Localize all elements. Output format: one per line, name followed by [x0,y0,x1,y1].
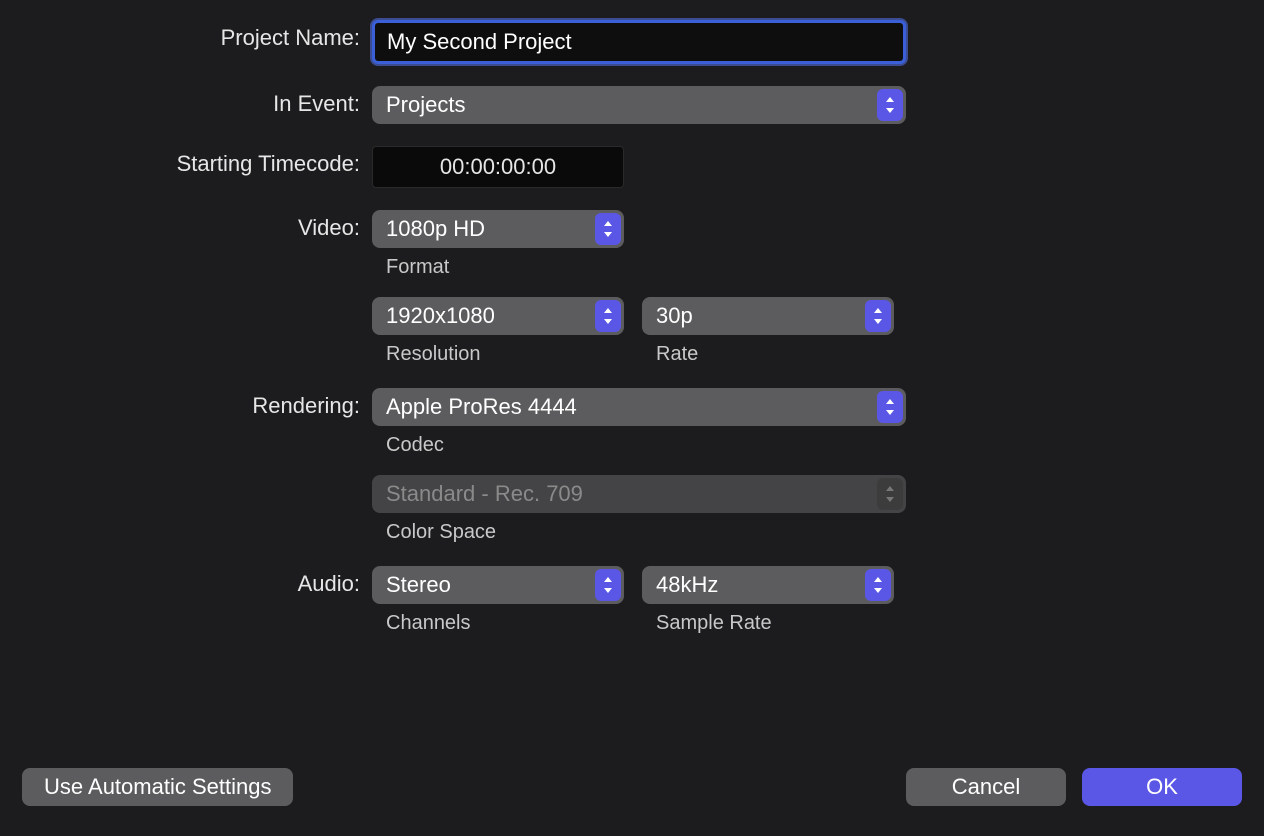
label-video: Video: [0,210,372,241]
dialog-footer: Use Automatic Settings Cancel OK [22,768,1242,806]
sublabel-sample-rate: Sample Rate [656,612,894,635]
sample-rate-select[interactable]: 48kHz [642,566,894,604]
in-event-select[interactable]: Projects [372,86,906,124]
row-rendering: Rendering: Apple ProRes 4444 Codec [0,388,1264,457]
row-in-event: In Event: Projects [0,86,1264,124]
project-settings-form: Project Name: In Event: Projects Startin… [0,0,1264,635]
updown-icon [595,213,621,245]
sublabel-format: Format [386,256,624,279]
label-starting-timecode: Starting Timecode: [0,146,372,177]
label-rendering: Rendering: [0,388,372,419]
sublabel-codec: Codec [386,434,906,457]
sublabel-color-space: Color Space [386,521,906,544]
use-automatic-settings-button[interactable]: Use Automatic Settings [22,768,293,806]
updown-icon [877,478,903,510]
updown-icon [595,300,621,332]
updown-icon [865,569,891,601]
label-audio: Audio: [0,566,372,597]
sublabel-resolution: Resolution [386,343,624,366]
starting-timecode-input[interactable] [372,146,624,188]
label-project-name: Project Name: [0,20,372,51]
row-audio: Audio: Stereo Channels 48kHz [0,566,1264,635]
resolution-select[interactable]: 1920x1080 [372,297,624,335]
sublabel-rate: Rate [656,343,894,366]
updown-icon [877,89,903,121]
video-format-select[interactable]: 1080p HD [372,210,624,248]
channels-value: Stereo [386,572,451,598]
row-video: Video: 1080p HD Format [0,210,1264,279]
color-space-select: Standard - Rec. 709 [372,475,906,513]
row-color-space: Standard - Rec. 709 Color Space [0,475,1264,544]
row-starting-timecode: Starting Timecode: [0,146,1264,188]
rate-value: 30p [656,303,693,329]
rate-select[interactable]: 30p [642,297,894,335]
row-project-name: Project Name: [0,20,1264,64]
cancel-button[interactable]: Cancel [906,768,1066,806]
codec-value: Apple ProRes 4444 [386,394,577,420]
label-in-event: In Event: [0,86,372,117]
updown-icon [595,569,621,601]
in-event-value: Projects [386,92,465,118]
ok-button[interactable]: OK [1082,768,1242,806]
color-space-value: Standard - Rec. 709 [386,481,583,507]
sublabel-channels: Channels [386,612,624,635]
resolution-value: 1920x1080 [386,303,495,329]
updown-icon [877,391,903,423]
video-format-value: 1080p HD [386,216,485,242]
sample-rate-value: 48kHz [656,572,718,598]
row-resolution-rate: 1920x1080 Resolution 30p Rate [0,297,1264,366]
channels-select[interactable]: Stereo [372,566,624,604]
project-name-input[interactable] [372,20,906,64]
codec-select[interactable]: Apple ProRes 4444 [372,388,906,426]
updown-icon [865,300,891,332]
